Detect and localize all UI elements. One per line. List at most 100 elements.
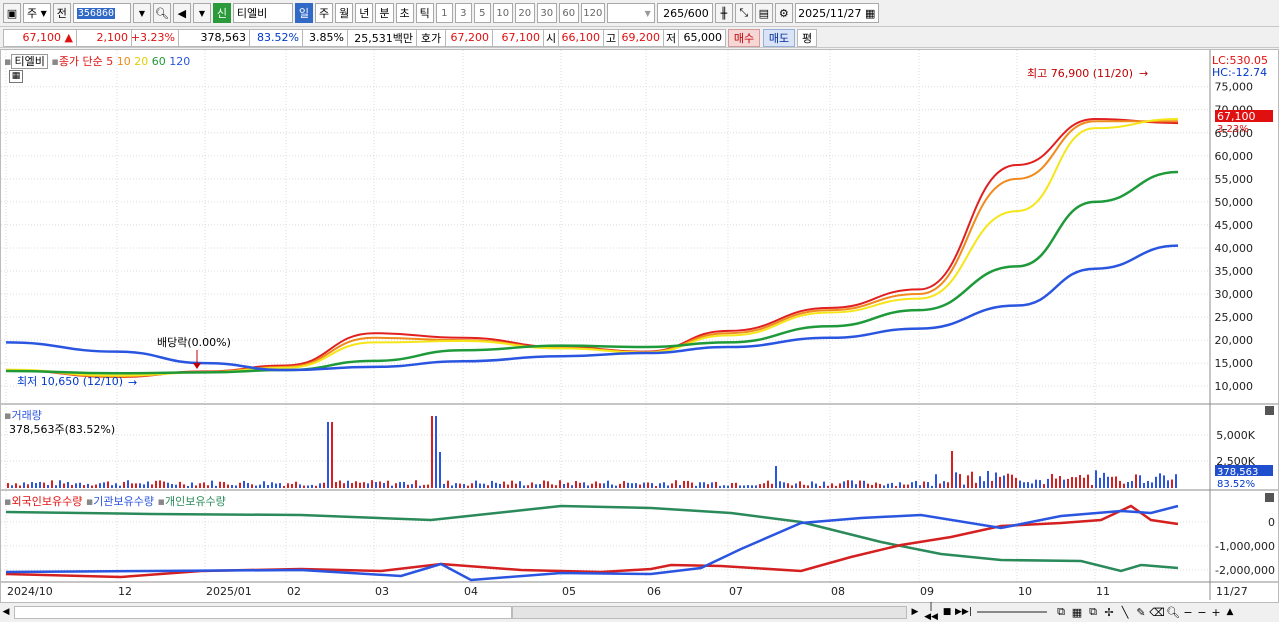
candle-type-icon[interactable]: ╫ [714,3,733,23]
search-icon[interactable]: 🔍︎ [152,3,171,23]
draw-icon[interactable]: ✎ [1133,606,1149,619]
interval-custom-dropdown[interactable]: ▼ [606,3,655,23]
eraser-icon[interactable]: ⌫ [1149,606,1165,619]
period-tab-month[interactable]: 월 [335,3,354,23]
volume-bar [367,483,369,488]
buy-button[interactable]: 매수 [728,28,760,47]
date-field[interactable]: 2025/11/27 ▦ [794,3,879,23]
trend-line-icon[interactable]: ╲ [1117,606,1133,619]
stock-label[interactable]: 티엘비 [11,54,48,69]
scroll-track[interactable] [14,605,512,619]
volume-bar [1019,480,1021,488]
volume-bar [255,485,257,488]
panel-close-icon[interactable] [1265,406,1274,415]
more-dropdown-icon[interactable]: ▼ [192,3,211,23]
volume-bar [363,482,365,488]
gear-icon[interactable]: ⚙ [774,3,793,23]
interval-60[interactable]: 60 [558,3,579,23]
chart-canvas[interactable]: 75,00070,00065,00060,00055,00050,00045,0… [1,50,1278,602]
volume-bar [507,484,509,488]
volume-bar [307,485,309,488]
stock-name-field[interactable]: 티엘비 [232,3,293,23]
chart-area[interactable]: 75,00070,00065,00060,00055,00050,00045,0… [0,49,1279,603]
quote-bar: 67,100 ▲ 2,100 +3.23% 378,563 83.52% 3.8… [0,28,1279,48]
volume-bar [135,483,137,488]
stock-code-value: 356860 [76,7,116,19]
x-tick-label: 06 [647,585,661,598]
ma-120: 120 [169,55,191,68]
zoom-out-icon[interactable]: − [1181,606,1195,619]
save-icon[interactable]: ▤ [754,3,773,23]
volume-bar [351,483,353,488]
volume-bar [191,482,193,488]
institution-holding-line [5,504,1179,582]
individual-holding-label[interactable]: 개인보유수량 [165,495,226,508]
table-view-icon[interactable]: ▦ [1069,606,1085,619]
compare-icon[interactable]: ⧉ [1085,605,1101,619]
zoom-range-icon[interactable]: − [1195,606,1209,619]
volume-bar [595,481,597,488]
volume-bar [871,484,873,488]
scroll-thumb[interactable] [512,605,907,619]
volume-bar [1051,473,1053,488]
eval-button[interactable]: 평 [797,28,817,47]
data-count-field[interactable]: 265/600 [656,3,713,23]
period-tab-second[interactable]: 초 [395,3,414,23]
interval-30[interactable]: 30 [536,3,557,23]
market-type-select[interactable]: 주 ▼ [23,3,51,23]
stop-icon[interactable]: ■ [939,607,955,617]
prev-button[interactable]: 전 [52,3,71,23]
volume-bar [1075,477,1077,488]
zoom-in-icon[interactable]: + [1209,606,1223,619]
interval-10[interactable]: 10 [492,3,513,23]
period-tab-tick[interactable]: 틱 [415,3,434,23]
volume-bar [767,480,769,488]
volume-bar [639,484,641,488]
scroll-right-icon[interactable]: ▶ [907,607,923,617]
zoom-slider[interactable] [977,611,1047,613]
interval-20[interactable]: 20 [514,3,535,23]
volume-bar [647,482,649,488]
volume-bar [539,484,541,488]
interval-1[interactable]: 1 [435,3,453,23]
volume-bar [683,480,685,488]
volume-bar [915,480,917,488]
stock-code-input[interactable]: 356860 [72,3,131,23]
volume-bar [335,482,337,488]
volume-bar [7,483,9,488]
chart-menu-icon[interactable]: ▣ [3,3,21,23]
scroll-left-icon[interactable]: ◀ [0,607,12,617]
volume-bar [711,482,713,488]
draw-tool-icon[interactable]: ⤡ [734,3,753,23]
period-tab-minute[interactable]: 분 [375,3,394,23]
volume-bar [855,484,857,488]
period-tab-year[interactable]: 년 [355,3,374,23]
volume-bar [791,485,793,488]
period-tab-day[interactable]: 일 [294,3,314,23]
x-tick-label: 04 [464,585,478,598]
end-scroll-icon[interactable]: ▲ [1223,607,1237,617]
panel-close-icon[interactable] [1265,493,1274,502]
volume-bar [171,484,173,488]
last-page-icon[interactable]: ▶▶| [955,607,972,617]
code-dropdown-icon[interactable]: ▼ [132,3,151,23]
volume-bar [287,483,289,488]
speaker-icon[interactable]: ◀ [172,3,191,23]
ma-label[interactable]: 종가 단순 [59,55,103,68]
zoom-icon[interactable]: 🔍︎ [1165,606,1181,619]
volume-bar [687,480,689,488]
interval-3[interactable]: 3 [454,3,472,23]
volume-bar [67,481,69,488]
table-icon[interactable]: ▦ [9,70,23,83]
sell-button[interactable]: 매도 [763,28,795,47]
interval-5[interactable]: 5 [473,3,491,23]
volume-bar [111,485,113,488]
crosshair-icon[interactable]: ✢ [1101,606,1117,619]
institution-holding-label[interactable]: 기관보유수량 [93,495,154,508]
first-page-icon[interactable]: |◀◀ [923,602,939,622]
layout-icon[interactable]: ⧉ [1053,605,1069,619]
foreign-holding-label[interactable]: 외국인보유수량 [11,495,82,508]
new-listing-badge: 신 [212,3,231,23]
interval-120[interactable]: 120 [580,3,605,23]
period-tab-week[interactable]: 주 [315,3,334,23]
